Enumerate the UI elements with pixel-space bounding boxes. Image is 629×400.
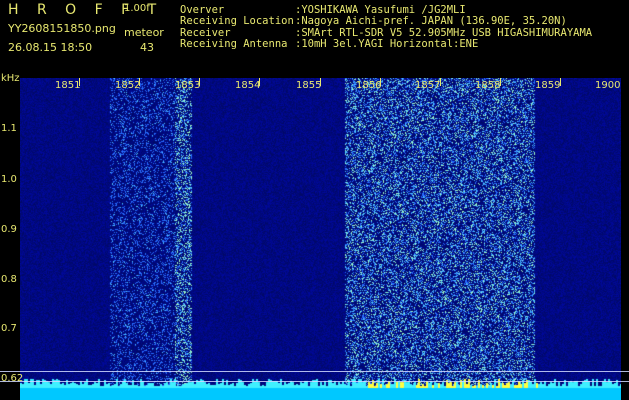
info-value: :10mH 3el.YAGI Horizontal:ENE [295,37,479,50]
y-tick: 0.62 [1,373,24,384]
y-tick: 1.1 [1,123,17,134]
minute-marker [380,78,381,86]
reference-line [0,371,629,372]
y-tick: 0.8 [1,274,17,285]
minute-marker [199,78,200,86]
info-row-antenna: Receiving Antenna :10mH 3el.YAGI Horizon… [180,37,592,50]
x-tick: 1900 [595,80,621,91]
x-tick: 1859 [535,80,561,91]
file-name: YY2608151850.png [8,22,116,35]
y-tick: 0.7 [1,323,17,334]
station-info: Overver :YOSHIKAWA Yasufumi /JG2MLI Rece… [180,4,592,50]
y-tick: 0.9 [1,224,17,235]
spectrogram-canvas [20,78,621,400]
x-tick: 1853 [175,80,201,91]
meteor-label: meteor [124,26,164,39]
x-tick: 1855 [296,80,322,91]
minute-marker [139,78,140,86]
info-row-location: Receiving Location :Nagoya Aichi-pref. J… [180,15,592,28]
meteor-count: 43 [140,41,154,54]
reference-line [0,381,629,382]
y-axis-unit: kHz [1,73,20,84]
y-tick: 1.0 [1,174,17,185]
minute-marker [320,78,321,86]
x-tick: 1856 [356,80,382,91]
minute-marker [79,78,80,86]
minute-marker [259,78,260,86]
minute-marker [560,78,561,86]
minute-marker [500,78,501,86]
minute-marker [440,78,441,86]
x-tick: 1857 [415,80,441,91]
x-tick: 1852 [115,80,141,91]
info-value: :Nagoya Aichi-pref. JAPAN (136.90E, 35.2… [295,15,567,28]
version-label: 1.00f [124,3,150,14]
x-tick: 1858 [475,80,501,91]
info-key: Receiving Location [180,15,294,28]
info-key: Receiving Antenna [180,37,288,50]
x-tick: 1854 [235,80,261,91]
x-tick: 1851 [55,80,81,91]
datetime-label: 26.08.15 18:50 [8,41,93,54]
spectrogram-plot [20,78,621,400]
